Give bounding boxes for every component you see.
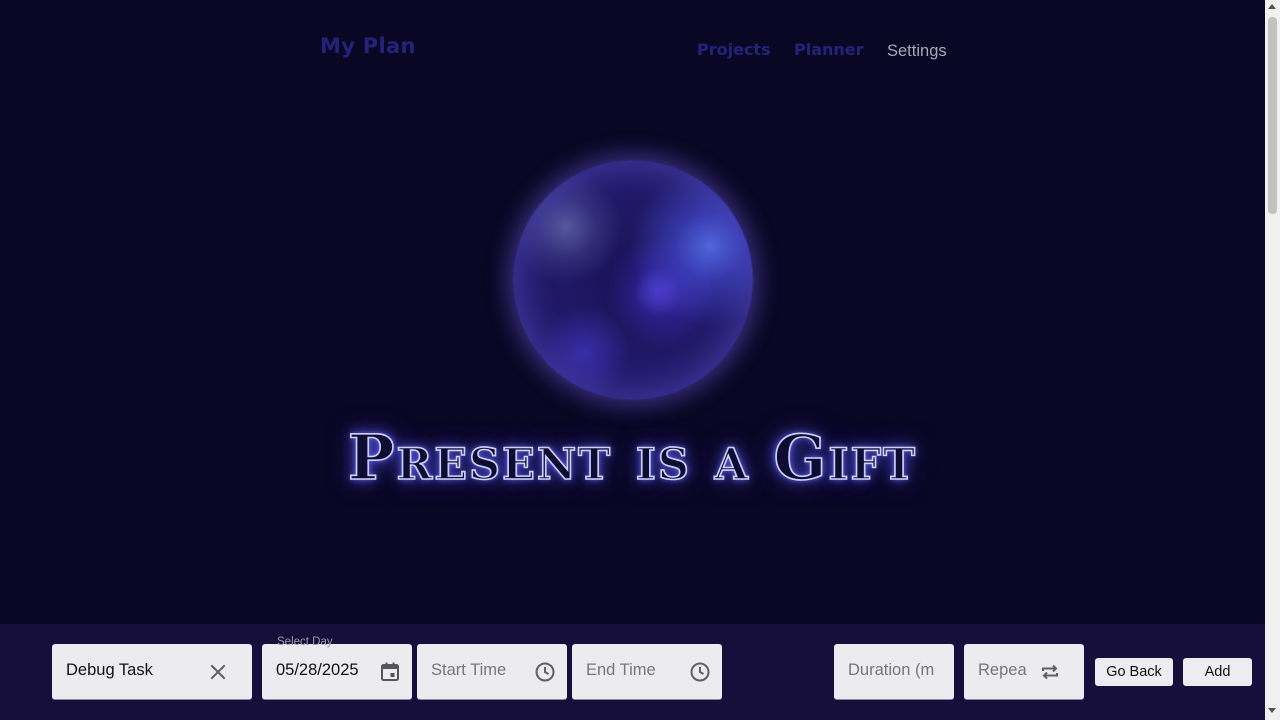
clock-icon[interactable] <box>688 660 712 684</box>
close-icon[interactable] <box>206 660 230 684</box>
task-name-field[interactable]: Debug Task <box>52 644 252 700</box>
duration-placeholder: Duration (m <box>848 661 935 679</box>
select-day-value: 05/28/2025 <box>276 661 359 679</box>
nav-projects[interactable]: Projects <box>697 40 771 59</box>
end-time-field[interactable]: End Time <box>572 644 722 700</box>
select-day-field[interactable]: 05/28/2025 <box>262 644 412 700</box>
glowing-orb <box>513 160 753 400</box>
start-time-placeholder: Start Time <box>431 661 507 679</box>
repeat-field[interactable]: Repea <box>964 644 1084 700</box>
scroll-down-arrow-icon[interactable] <box>1268 708 1276 713</box>
start-time-field[interactable]: Start Time <box>417 644 567 700</box>
add-button[interactable]: Add <box>1183 658 1252 686</box>
nav-planner[interactable]: Planner <box>794 40 864 59</box>
duration-field[interactable]: Duration (m <box>834 644 954 700</box>
brand-logo[interactable]: My Plan <box>320 34 416 58</box>
calendar-icon[interactable] <box>378 660 402 684</box>
page: My Plan Projects Planner Settings Presen… <box>0 0 1265 720</box>
repeat-placeholder: Repea <box>978 661 1027 679</box>
go-back-button[interactable]: Go Back <box>1095 658 1173 686</box>
scrollbar-thumb[interactable] <box>1268 17 1277 214</box>
clock-icon[interactable] <box>533 660 557 684</box>
select-day-label: Select Day <box>277 636 333 648</box>
scroll-up-arrow-icon[interactable] <box>1268 4 1276 9</box>
nav-settings[interactable]: Settings <box>887 42 947 61</box>
end-time-placeholder: End Time <box>586 661 656 679</box>
hero-headline: Present is a Gift <box>347 420 918 495</box>
repeat-icon[interactable] <box>1038 660 1062 684</box>
task-name-value: Debug Task <box>66 661 153 679</box>
